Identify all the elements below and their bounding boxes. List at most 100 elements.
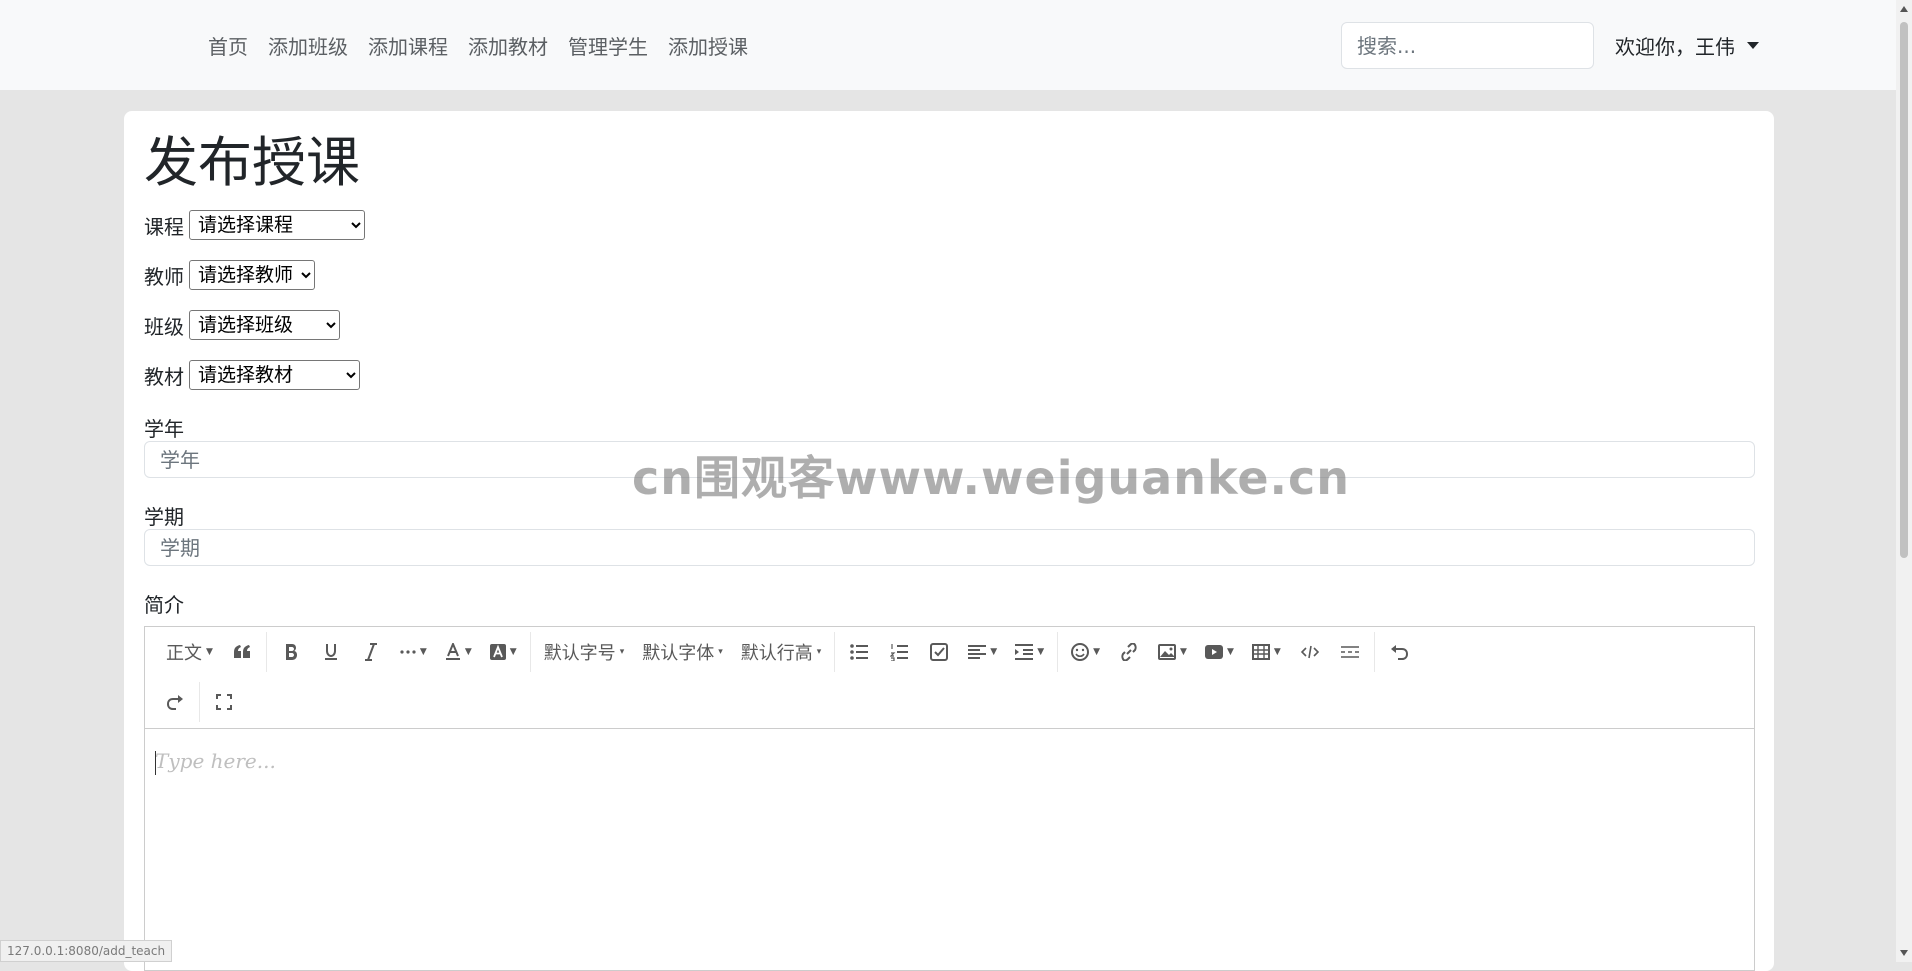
indent-button[interactable]: ▼ — [1006, 634, 1053, 670]
toolbar-row-1: 正文▼ ▼ — [145, 627, 1754, 677]
text-cursor — [155, 751, 156, 775]
more-icon — [400, 649, 416, 655]
course-row: 课程 请选择课程 — [144, 210, 365, 240]
teacher-select[interactable]: 请选择教师 — [189, 260, 315, 290]
editor-placeholder: Type here... — [155, 749, 1744, 773]
numbered-list-icon — [890, 643, 908, 661]
toolbar-divider — [530, 632, 531, 672]
toolbar-divider — [834, 632, 835, 672]
bold-icon — [284, 643, 298, 661]
dropdown-arrow-icon: ▼ — [1093, 647, 1100, 657]
nav-link-add-class[interactable]: 添加班级 — [268, 31, 348, 60]
scroll-up-arrow-icon[interactable] — [1900, 6, 1908, 12]
toolbar-divider — [266, 632, 267, 672]
font-size-label: 默认字号 — [544, 639, 616, 665]
bulleted-list-button[interactable] — [839, 634, 879, 670]
dropdown-arrow-icon: ▼ — [1274, 647, 1281, 657]
bulleted-list-icon — [850, 644, 868, 660]
dropdown-arrow-icon: ▼ — [1227, 647, 1234, 657]
indent-icon — [1015, 644, 1033, 660]
underline-icon — [324, 643, 338, 661]
course-label: 课程 — [144, 211, 184, 240]
font-size-button[interactable]: 默认字号▾ — [535, 634, 634, 670]
nav-link-manage-students[interactable]: 管理学生 — [568, 31, 648, 60]
italic-button[interactable] — [351, 634, 391, 670]
dropdown-arrow-icon: ▼ — [1180, 647, 1187, 657]
code-button[interactable] — [1290, 634, 1330, 670]
video-icon — [1205, 645, 1223, 659]
background-color-button[interactable]: ▼ — [481, 634, 526, 670]
table-icon — [1252, 644, 1270, 660]
nav-link-home[interactable]: 首页 — [208, 31, 248, 60]
emoji-button[interactable]: ▼ — [1062, 634, 1109, 670]
class-select[interactable]: 请选择班级 — [189, 310, 340, 340]
dropdown-arrow-icon: ▼ — [1037, 647, 1044, 657]
page-title: 发布授课 — [144, 131, 360, 196]
font-color-button[interactable]: ▼ — [436, 634, 481, 670]
nav-link-add-textbook[interactable]: 添加教材 — [468, 31, 548, 60]
dropdown-arrow-icon: ▼ — [990, 647, 997, 657]
redo-icon — [166, 694, 184, 710]
user-menu-dropdown[interactable]: 欢迎你，王伟 — [1615, 0, 1759, 90]
divider-button[interactable] — [1330, 634, 1370, 670]
user-greeting: 欢迎你，王伟 — [1615, 31, 1735, 60]
nav-link-add-teaching[interactable]: 添加授课 — [668, 31, 748, 60]
intro-label: 简介 — [144, 589, 184, 618]
year-label: 学年 — [144, 413, 184, 442]
dropdown-arrow-icon: ▼ — [510, 647, 517, 657]
checkbox-icon — [930, 643, 948, 661]
rich-text-editor: 正文▼ ▼ — [144, 626, 1755, 971]
class-label: 班级 — [144, 311, 184, 340]
video-button[interactable]: ▼ — [1196, 634, 1243, 670]
quote-icon — [233, 644, 251, 660]
align-button[interactable]: ▼ — [959, 634, 1006, 670]
fullscreen-icon — [216, 694, 232, 710]
table-button[interactable]: ▼ — [1243, 634, 1290, 670]
background-color-icon — [490, 644, 506, 660]
line-height-label: 默认行高 — [741, 639, 813, 665]
horizontal-line-icon — [1341, 645, 1359, 659]
paragraph-style-label: 正文 — [166, 639, 202, 665]
search-input[interactable] — [1341, 22, 1594, 69]
line-height-button[interactable]: 默认行高 ▾ — [732, 634, 831, 670]
scroll-down-arrow-icon[interactable] — [1900, 950, 1908, 956]
font-family-label: 默认字体 — [642, 639, 714, 665]
course-select[interactable]: 请选择课程 — [189, 210, 365, 240]
term-input[interactable] — [144, 529, 1755, 566]
toolbar-divider — [1374, 632, 1375, 672]
toolbar-divider — [199, 682, 200, 722]
dropdown-arrow-icon: ▼ — [465, 647, 472, 657]
toolbar-row-2 — [145, 677, 1754, 727]
class-row: 班级 请选择班级 — [144, 310, 340, 340]
scrollbar-thumb[interactable] — [1900, 22, 1908, 558]
more-style-button[interactable]: ▼ — [391, 634, 436, 670]
toolbar-divider — [1057, 632, 1058, 672]
term-label: 学期 — [144, 501, 184, 530]
emoji-icon — [1071, 643, 1089, 661]
redo-button[interactable] — [155, 684, 195, 720]
image-button[interactable]: ▼ — [1149, 634, 1196, 670]
numbered-list-button[interactable] — [879, 634, 919, 670]
editor-toolbar: 正文▼ ▼ — [145, 627, 1754, 729]
form-card: 发布授课 课程 请选择课程 教师 请选择教师 班级 请选择班级 教材 请选择教材… — [124, 111, 1774, 971]
nav-link-add-course[interactable]: 添加课程 — [368, 31, 448, 60]
font-family-button[interactable]: 默认字体▾ — [633, 634, 732, 670]
fullscreen-button[interactable] — [204, 684, 244, 720]
dropdown-arrow-icon: ▾ — [817, 647, 822, 657]
underline-button[interactable] — [311, 634, 351, 670]
vertical-scrollbar[interactable] — [1896, 0, 1912, 962]
paragraph-style-button[interactable]: 正文▼ — [157, 634, 222, 670]
link-button[interactable] — [1109, 634, 1149, 670]
top-navbar: 首页 添加班级 添加课程 添加教材 管理学生 添加授课 欢迎你，王伟 — [0, 0, 1896, 90]
blockquote-button[interactable] — [222, 634, 262, 670]
todo-button[interactable] — [919, 634, 959, 670]
textbook-label: 教材 — [144, 361, 184, 390]
status-url-bar: 127.0.0.1:8080/add_teach — [0, 940, 172, 962]
year-input[interactable] — [144, 441, 1755, 478]
bold-button[interactable] — [271, 634, 311, 670]
undo-icon — [1390, 644, 1408, 660]
undo-button[interactable] — [1379, 634, 1419, 670]
editor-content-area[interactable]: Type here... — [145, 729, 1754, 969]
nav-links: 首页 添加班级 添加课程 添加教材 管理学生 添加授课 — [208, 0, 748, 90]
textbook-select[interactable]: 请选择教材 — [189, 360, 360, 390]
